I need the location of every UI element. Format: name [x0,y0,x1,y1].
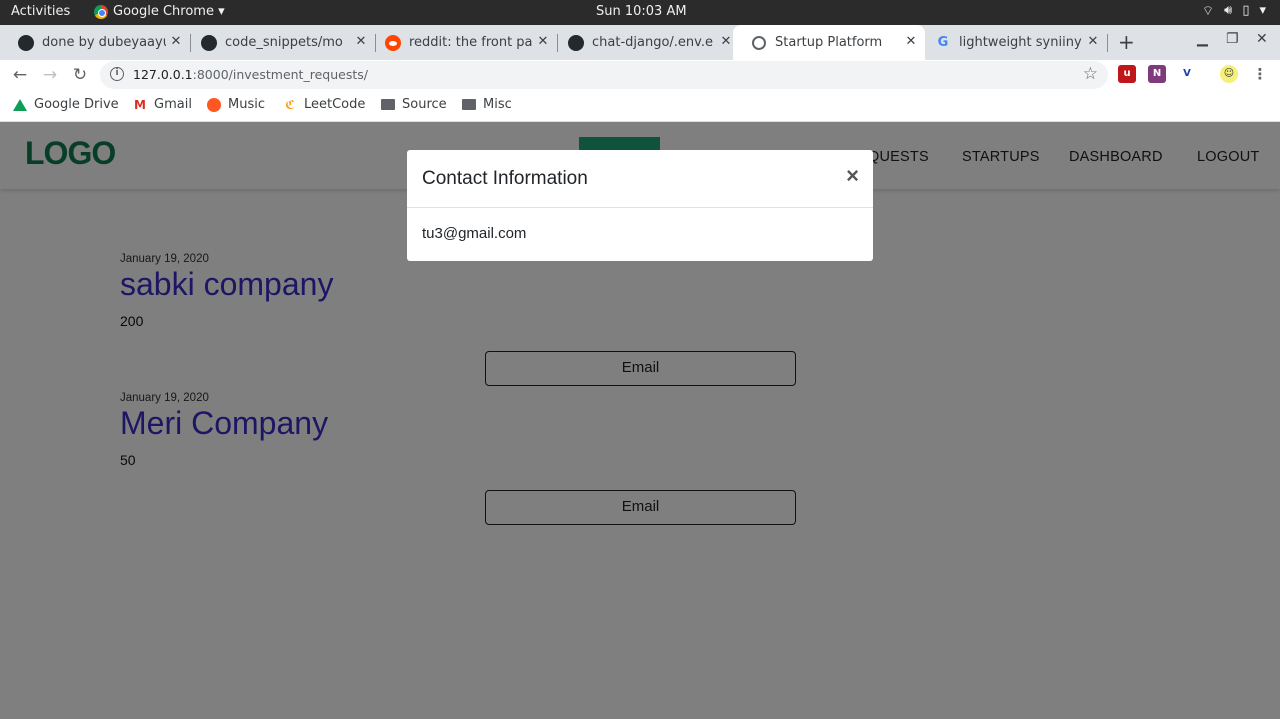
clock[interactable]: Sun 10:03 AM [596,4,687,19]
close-tab-icon[interactable]: ✕ [718,34,734,50]
web-page: LOGO QUESTS STARTUPS DASHBOARD LOGOUT Ja… [0,123,1280,719]
minimize-icon[interactable]: ▁ [1197,31,1208,47]
system-tray[interactable]: ⌔ 🔊︎ ▯ ▾ [1202,3,1266,19]
bookmark-star-icon[interactable]: ☆ [1083,64,1098,84]
v-extension-icon[interactable]: V [1178,65,1196,83]
bookmark-label: Misc [483,97,512,112]
url-text[interactable]: 127.0.0.1:8000/investment_requests/ [133,67,368,82]
contact-email: tu3@gmail.com [422,225,527,242]
gnome-top-bar: Activities Google Chrome ▾ Sun 10:03 AM … [0,0,1280,25]
address-bar[interactable]: i 127.0.0.1:8000/investment_requests/ ☆ [100,61,1108,89]
folder-icon [381,98,395,112]
google-icon: G [937,35,949,50]
leetcode-icon: ℭ [285,97,295,112]
tab-title: done by dubeyaayu [42,35,166,50]
github-icon [201,34,217,51]
bookmark-label: Source [402,97,447,112]
info-icon[interactable]: i [110,67,124,81]
close-tab-icon[interactable]: ✕ [1085,34,1101,50]
modal-header: Contact Information × [407,150,873,208]
globe-icon [751,35,767,51]
music-icon [207,97,221,112]
drive-icon [13,98,27,112]
bookmark-misc[interactable]: Misc [462,97,512,112]
new-tab-button[interactable]: + [1118,30,1135,54]
github-icon [568,34,584,51]
url-path: :8000/investment_requests/ [192,67,368,82]
tab-title: lightweight syniiny [959,35,1082,50]
folder-icon [462,98,476,112]
url-host: 127.0.0.1 [133,67,193,82]
tab-strip: done by dubeyaayu ✕ code_snippets/mo ✕ r… [0,25,1280,60]
tab-2[interactable]: code_snippets/mo ✕ [183,25,376,60]
close-tab-icon[interactable]: ✕ [535,34,551,50]
browser-toolbar: ← → ↻ i 127.0.0.1:8000/investment_reques… [0,60,1280,90]
close-icon[interactable]: × [846,163,859,189]
onenote-extension-icon[interactable]: N [1148,65,1166,83]
tab-3[interactable]: reddit: the front pa ✕ [367,25,558,60]
gmail-icon: M [134,97,146,112]
chevron-down-icon: ▾ [1259,3,1266,18]
close-window-icon[interactable]: ✕ [1256,31,1268,47]
more-menu-icon[interactable]: ⋮ [1251,65,1269,83]
back-icon[interactable]: ← [9,64,31,86]
close-tab-icon[interactable]: ✕ [168,34,184,50]
tab-6[interactable]: G lightweight syniiny ✕ [917,25,1108,60]
tab-4[interactable]: chat-django/.env.e ✕ [550,25,740,60]
bookmark-google-drive[interactable]: Google Drive [13,97,119,112]
bookmark-source[interactable]: Source [381,97,447,112]
bookmark-music[interactable]: Music [207,97,265,112]
bookmark-leetcode[interactable]: ℭ LeetCode [283,97,365,112]
profile-avatar[interactable]: ☺ [1220,65,1238,83]
tab-title: Startup Platform [775,35,883,50]
battery-icon: ▯ [1242,3,1250,18]
bookmark-label: Gmail [154,97,192,112]
bookmark-label: Music [228,97,265,112]
tab-startup-platform[interactable]: Startup Platform ✕ [733,25,925,60]
bookmarks-bar: Google Drive M Gmail Music ℭ LeetCode So… [0,90,1280,122]
forward-icon[interactable]: → [39,64,61,86]
bookmark-label: LeetCode [304,97,366,112]
github-icon [18,34,34,51]
wifi-icon: ⌔ [1201,4,1215,19]
app-menu[interactable]: Google Chrome ▾ [94,4,225,19]
tab-title: chat-django/.env.e [592,35,713,50]
chrome-icon [94,4,108,19]
activities-button[interactable]: Activities [11,4,70,19]
reddit-icon [385,34,401,51]
modal-title: Contact Information [422,168,588,189]
bookmark-label: Google Drive [34,97,119,112]
ublock-extension-icon[interactable]: u [1118,65,1136,83]
volume-icon: 🔊︎ [1224,3,1233,18]
tab-1[interactable]: done by dubeyaayu ✕ [0,25,191,60]
tab-title: reddit: the front pa [409,35,533,50]
restore-icon[interactable]: ❐ [1226,31,1239,47]
reload-icon[interactable]: ↻ [69,64,91,86]
tab-title: code_snippets/mo [225,35,343,50]
app-menu-label: Google Chrome ▾ [113,4,225,19]
bookmark-gmail[interactable]: M Gmail [133,97,192,112]
contact-modal: Contact Information × tu3@gmail.com [407,150,873,261]
